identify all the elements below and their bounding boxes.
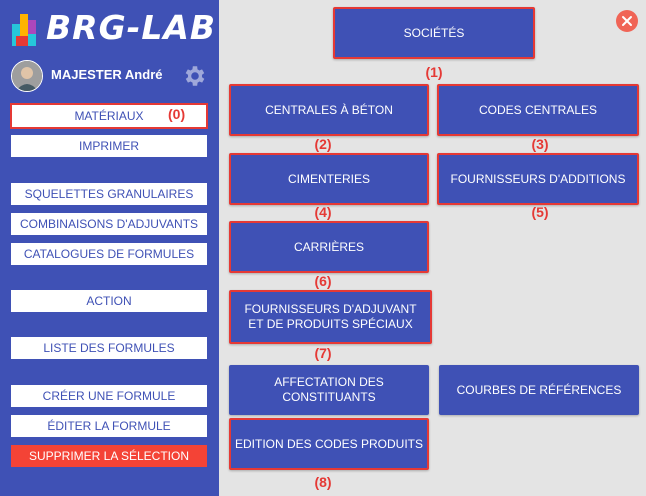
brg-logo-icon xyxy=(12,14,36,46)
carrieres-tag: (6) xyxy=(314,273,332,289)
close-icon xyxy=(622,16,632,26)
cimenteries-button[interactable]: CIMENTERIES xyxy=(229,153,429,205)
courbes-references-button[interactable]: COURBES DE RÉFÉRENCES xyxy=(439,365,639,415)
codes-centrales-button[interactable]: CODES CENTRALES xyxy=(437,84,639,136)
materiaux-tag: (0) xyxy=(168,106,186,122)
gear-icon[interactable] xyxy=(182,63,208,89)
close-button[interactable] xyxy=(616,10,638,32)
affectation-constituants-button[interactable]: AFFECTATION DES CONSTITUANTS xyxy=(229,365,429,415)
societes-button[interactable]: SOCIÉTÉS xyxy=(333,7,535,59)
imprimer-button[interactable]: IMPRIMER xyxy=(11,135,207,157)
user-name: MAJESTER André xyxy=(51,67,163,82)
carrieres-button[interactable]: CARRIÈRES xyxy=(229,221,429,273)
edition-codes-produits-tag: (8) xyxy=(314,474,332,490)
supprimer-selection-button[interactable]: SUPPRIMER LA SÉLECTION xyxy=(11,445,207,467)
action-button[interactable]: ACTION xyxy=(11,290,207,312)
societes-tag: (1) xyxy=(425,64,443,80)
centrales-beton-tag: (2) xyxy=(314,136,332,152)
app-brand: BRG-LAB xyxy=(46,8,217,47)
catalogues-formules-button[interactable]: CATALOGUES DE FORMULES xyxy=(11,243,207,265)
squelettes-granulaires-button[interactable]: SQUELETTES GRANULAIRES xyxy=(11,183,207,205)
centrales-beton-button[interactable]: CENTRALES À BÉTON xyxy=(229,84,429,136)
fournisseurs-additions-button[interactable]: FOURNISSEURS D'ADDITIONS xyxy=(437,153,639,205)
sidebar: BRG-LAB MAJESTER André MATÉRIAUX (0) IMP… xyxy=(0,0,219,496)
fournisseurs-additions-tag: (5) xyxy=(531,204,549,220)
fournisseurs-adjuvant-button[interactable]: FOURNISSEURS D'ADJUVANT ET DE PRODUITS S… xyxy=(229,290,432,344)
cimenteries-tag: (4) xyxy=(314,204,332,220)
avatar xyxy=(11,60,43,92)
creer-formule-button[interactable]: CRÉER UNE FORMULE xyxy=(11,385,207,407)
liste-formules-button[interactable]: LISTE DES FORMULES xyxy=(11,337,207,359)
edition-codes-produits-button[interactable]: EDITION DES CODES PRODUITS xyxy=(229,418,429,470)
combinaisons-adjuvants-button[interactable]: COMBINAISONS D'ADJUVANTS xyxy=(11,213,207,235)
codes-centrales-tag: (3) xyxy=(531,136,549,152)
editer-formule-button[interactable]: ÉDITER LA FORMULE xyxy=(11,415,207,437)
fournisseurs-adjuvant-tag: (7) xyxy=(314,345,332,361)
